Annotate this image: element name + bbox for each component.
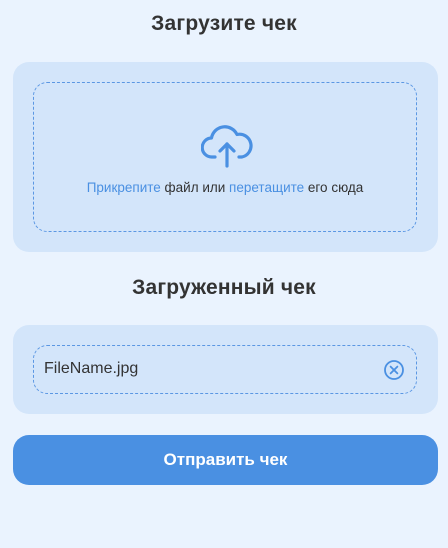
- submit-receipt-button[interactable]: Отправить чек: [13, 435, 438, 485]
- uploaded-file-name: FileName.jpg: [44, 360, 139, 377]
- dropzone-instructions: Прикрепите файл или перетащите его сюда: [34, 180, 416, 195]
- attach-file-link[interactable]: Прикрепите: [87, 180, 161, 195]
- uploaded-section-title: Загруженный чек: [132, 276, 316, 299]
- drag-file-link[interactable]: перетащите: [229, 180, 304, 195]
- upload-section-title: Загрузите чек: [151, 12, 297, 35]
- file-dropzone[interactable]: Прикрепите файл или перетащите его сюда: [33, 82, 417, 232]
- upload-panel: Прикрепите файл или перетащите его сюда: [13, 62, 438, 252]
- dropzone-text-end: его сюда: [304, 180, 364, 195]
- uploaded-file-panel: FileName.jpg: [13, 325, 438, 414]
- dropzone-text-middle: файл или: [160, 180, 230, 195]
- cloud-upload-icon: [201, 125, 253, 168]
- uploaded-file-item: FileName.jpg: [33, 345, 417, 394]
- close-circle-icon[interactable]: [383, 359, 405, 381]
